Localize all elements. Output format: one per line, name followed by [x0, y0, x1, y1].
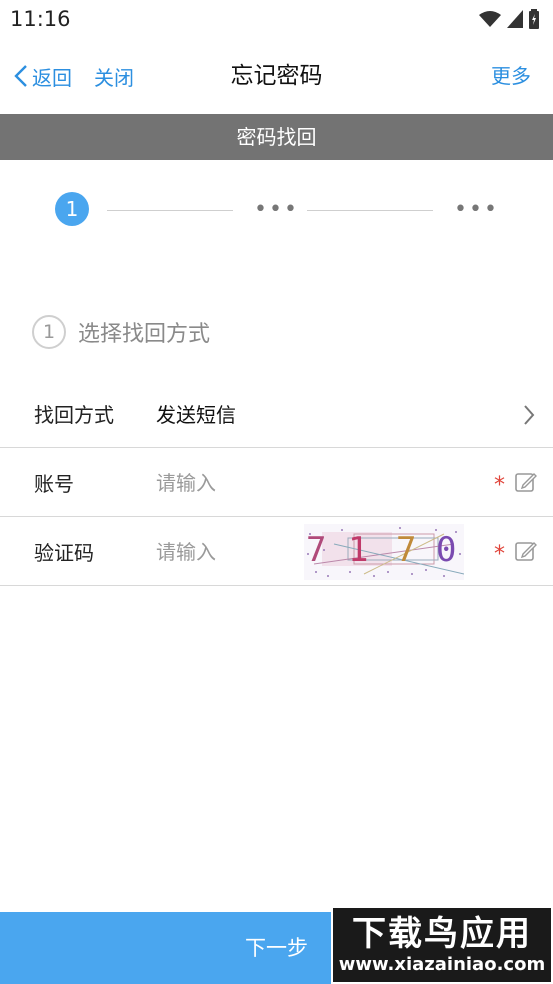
- step-indicator-current: 1: [55, 192, 89, 226]
- edit-icon[interactable]: [515, 540, 537, 562]
- step-progress: 1 ••• •••: [0, 190, 553, 232]
- account-input[interactable]: [156, 470, 296, 495]
- status-time: 11:16: [10, 7, 71, 31]
- signal-icon: [507, 10, 523, 28]
- nav-bar: 返回 关闭 忘记密码 更多: [0, 40, 553, 112]
- system-icons: [479, 9, 539, 29]
- account-label: 账号: [34, 472, 74, 496]
- edit-icon[interactable]: [515, 471, 537, 493]
- step-connector: [107, 210, 233, 211]
- wifi-icon: [479, 11, 501, 27]
- recovery-method-row[interactable]: 找回方式 发送短信: [0, 380, 553, 448]
- recovery-method-label: 找回方式: [34, 403, 114, 427]
- step-heading-label: 选择找回方式: [78, 322, 211, 347]
- step-heading-number: 1: [32, 315, 66, 349]
- account-row: 账号 *: [0, 449, 553, 517]
- watermark-title: 下载鸟应用: [352, 914, 532, 954]
- recovery-method-value: 发送短信: [156, 403, 236, 427]
- required-marker: *: [494, 542, 505, 567]
- captcha-label: 验证码: [34, 541, 94, 565]
- step-connector: [307, 210, 433, 211]
- status-bar: 11:16: [0, 0, 553, 38]
- captcha-char: 7: [306, 530, 327, 570]
- captcha-image[interactable]: 7 1 7 0: [304, 524, 464, 580]
- captcha-char: 1: [348, 530, 369, 570]
- watermark-logo: 下载鸟应用 www.xiazainiao.com: [331, 906, 553, 984]
- captcha-char: 7: [396, 530, 417, 570]
- watermark-url: www.xiazainiao.com: [338, 954, 546, 975]
- more-button[interactable]: 更多: [491, 40, 531, 112]
- chevron-right-icon: [524, 405, 535, 425]
- captcha-input[interactable]: [156, 539, 296, 564]
- step-indicator-2: •••: [254, 197, 299, 222]
- captcha-char: 0: [436, 530, 457, 570]
- page-title: 忘记密码: [230, 63, 323, 89]
- battery-icon: [529, 9, 539, 29]
- captcha-row: 验证码 7 1 7 0 *: [0, 518, 553, 586]
- section-header: 密码找回: [0, 114, 553, 160]
- required-marker: *: [494, 473, 505, 498]
- step-heading: 1 选择找回方式: [32, 315, 210, 349]
- step-indicator-3: •••: [454, 197, 499, 222]
